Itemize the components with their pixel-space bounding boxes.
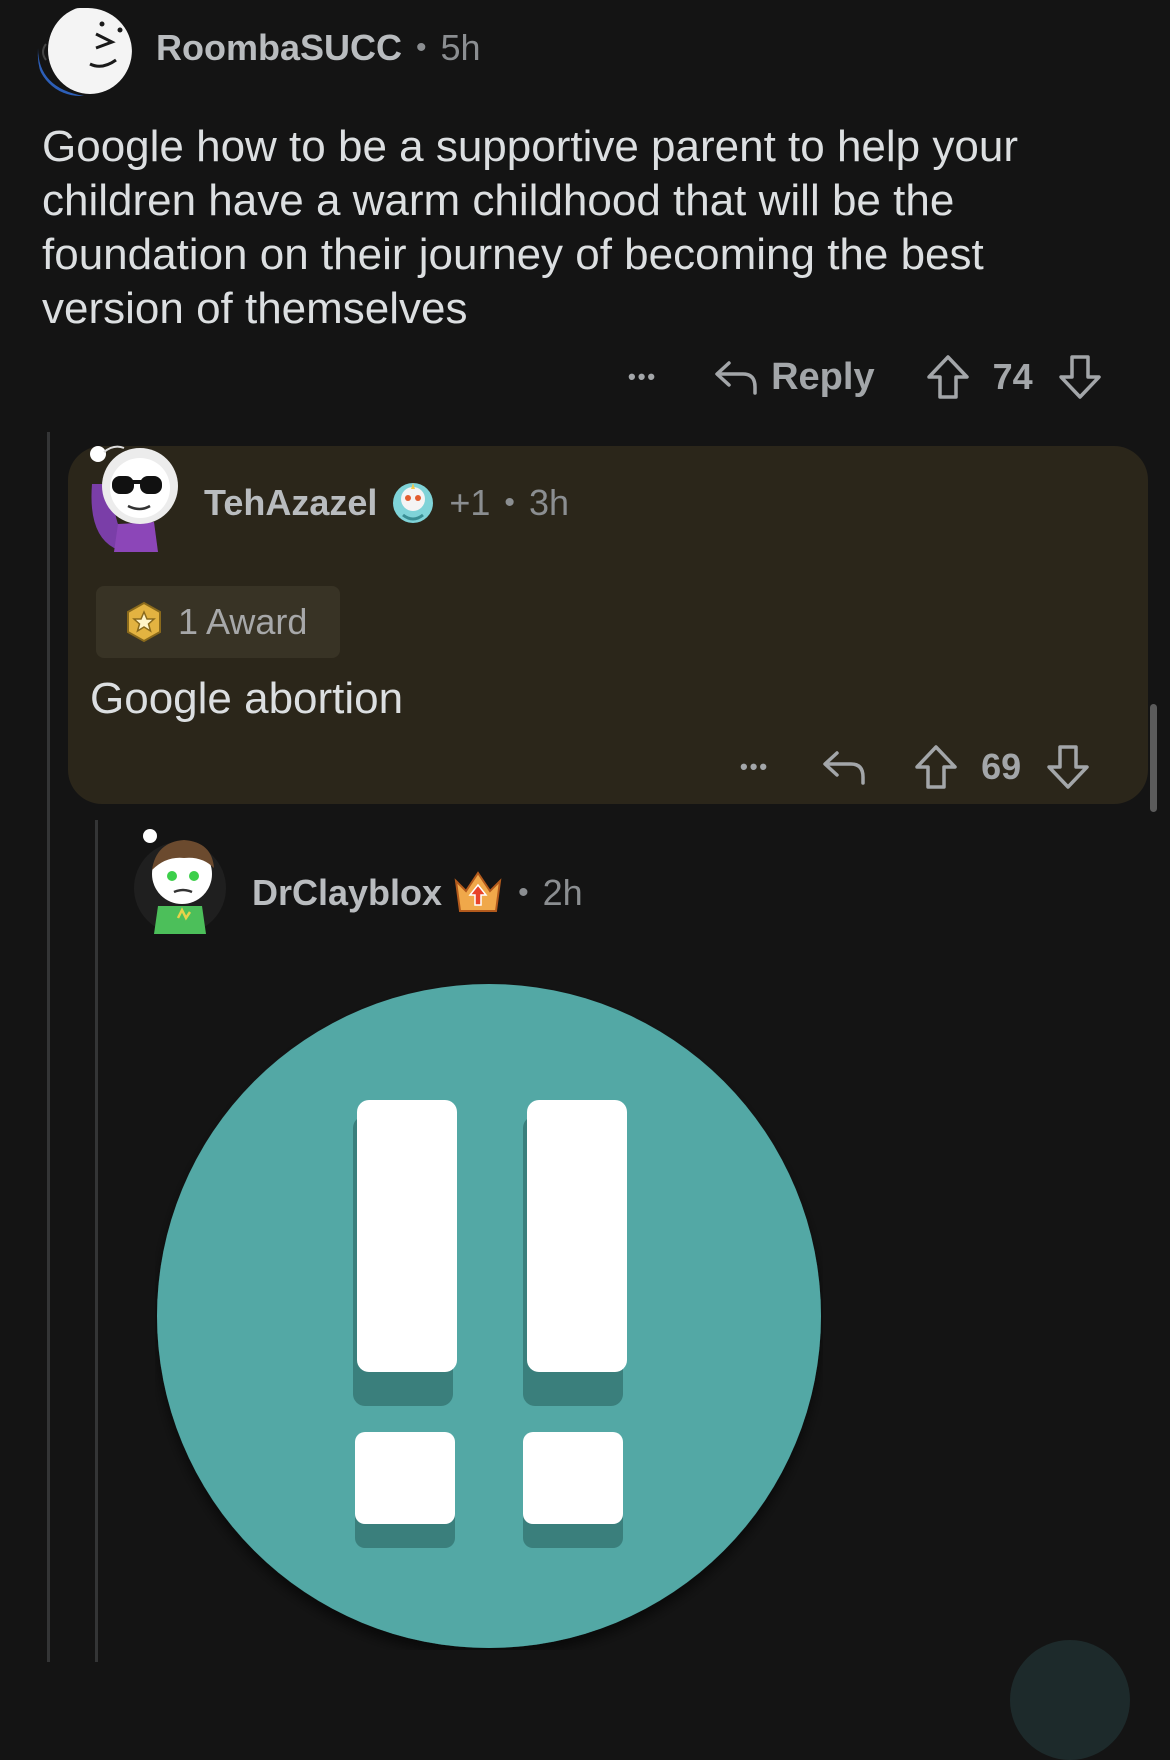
downvote-icon[interactable] bbox=[1057, 354, 1103, 400]
vote-score: 69 bbox=[981, 746, 1022, 787]
more-options-button[interactable]: ••• bbox=[740, 754, 769, 780]
more-options-button[interactable]: ••• bbox=[628, 364, 657, 390]
comment-age: 3h bbox=[528, 482, 569, 523]
avatar[interactable] bbox=[36, 8, 132, 96]
avatar[interactable] bbox=[132, 826, 228, 936]
meta-separator: • bbox=[518, 876, 529, 909]
comment-age: 2h bbox=[542, 872, 583, 913]
user-flair: +1 bbox=[449, 482, 491, 523]
comment-image[interactable] bbox=[155, 982, 823, 1650]
comment-meta: DrClayblox • 2h bbox=[252, 870, 583, 916]
scrollbar[interactable] bbox=[1150, 704, 1157, 812]
comment-age: 5h bbox=[440, 27, 481, 68]
reply-button[interactable]: Reply bbox=[713, 355, 875, 399]
reply-icon bbox=[715, 361, 757, 395]
thread-line-level-2 bbox=[95, 820, 98, 1662]
comment-meta: RoombaSUCC • 5h bbox=[156, 26, 481, 70]
downvote-icon[interactable] bbox=[1045, 744, 1091, 790]
award-badge[interactable]: 1 Award bbox=[96, 586, 340, 658]
floating-action-button[interactable] bbox=[1010, 1640, 1130, 1760]
award-label: 1 Award bbox=[178, 601, 308, 642]
avatar[interactable] bbox=[84, 444, 180, 554]
username[interactable]: DrClayblox bbox=[252, 872, 442, 914]
comment-body: Google abortion bbox=[90, 674, 404, 723]
meta-separator: • bbox=[416, 31, 427, 64]
comment-actions: ••• Reply 74 bbox=[628, 352, 1103, 402]
username[interactable]: TehAzazel bbox=[204, 482, 377, 524]
reply-label: Reply bbox=[771, 355, 875, 398]
comment-meta: TehAzazel +1 • 3h bbox=[204, 480, 569, 526]
double-exclamation-icon bbox=[157, 984, 821, 1648]
vote-score: 74 bbox=[992, 356, 1033, 397]
comment-actions: ••• 69 bbox=[740, 742, 1091, 792]
snoo-avatar-icon bbox=[134, 829, 226, 934]
avatar-flair-icon bbox=[393, 483, 434, 523]
snoo-avatar-icon bbox=[37, 8, 132, 96]
username[interactable]: RoombaSUCC bbox=[156, 27, 402, 69]
upvote-icon[interactable] bbox=[925, 354, 971, 400]
comment-body: Google how to be a supportive parent to … bbox=[42, 122, 1018, 333]
thread-line-level-1 bbox=[47, 432, 50, 1662]
upvote-icon[interactable] bbox=[913, 744, 959, 790]
meta-separator: • bbox=[504, 486, 515, 519]
snoo-avatar-icon bbox=[90, 445, 178, 552]
award-star-icon bbox=[127, 601, 161, 643]
reply-icon[interactable] bbox=[821, 747, 867, 787]
crown-flair-icon bbox=[454, 871, 502, 912]
